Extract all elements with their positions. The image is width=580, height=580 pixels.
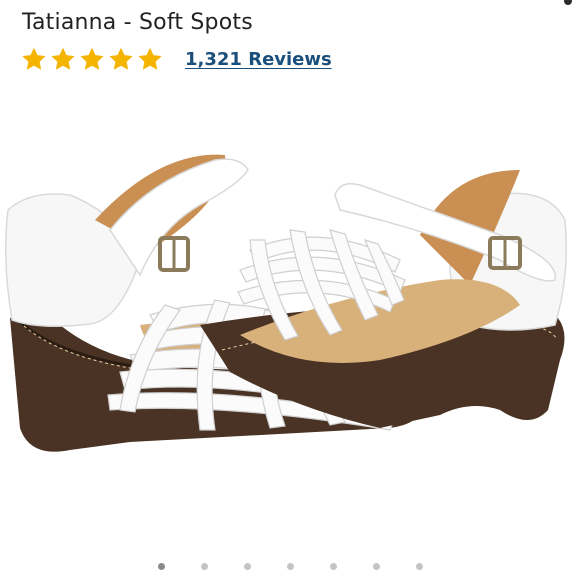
star-icon: [22, 47, 46, 70]
star-icon: [51, 47, 75, 70]
menu-indicator-dot: [564, 0, 572, 5]
star-icon: [109, 47, 133, 70]
product-title: Tatianna - Soft Spots: [22, 10, 253, 35]
star-rating: [20, 46, 165, 73]
carousel-dot[interactable]: [287, 563, 294, 570]
carousel-dot[interactable]: [201, 563, 208, 570]
star-icon: [80, 47, 104, 70]
carousel-dot[interactable]: [158, 563, 165, 570]
reviews-link[interactable]: 1,321 Reviews: [185, 49, 332, 70]
carousel-dot[interactable]: [330, 563, 337, 570]
product-image[interactable]: [0, 110, 580, 550]
carousel-dot[interactable]: [373, 563, 380, 570]
carousel-dot[interactable]: [416, 563, 423, 570]
rating-row: 1,321 Reviews: [20, 44, 332, 74]
carousel-dot[interactable]: [244, 563, 251, 570]
carousel-indicator: [0, 563, 580, 571]
star-icon: [138, 47, 162, 70]
